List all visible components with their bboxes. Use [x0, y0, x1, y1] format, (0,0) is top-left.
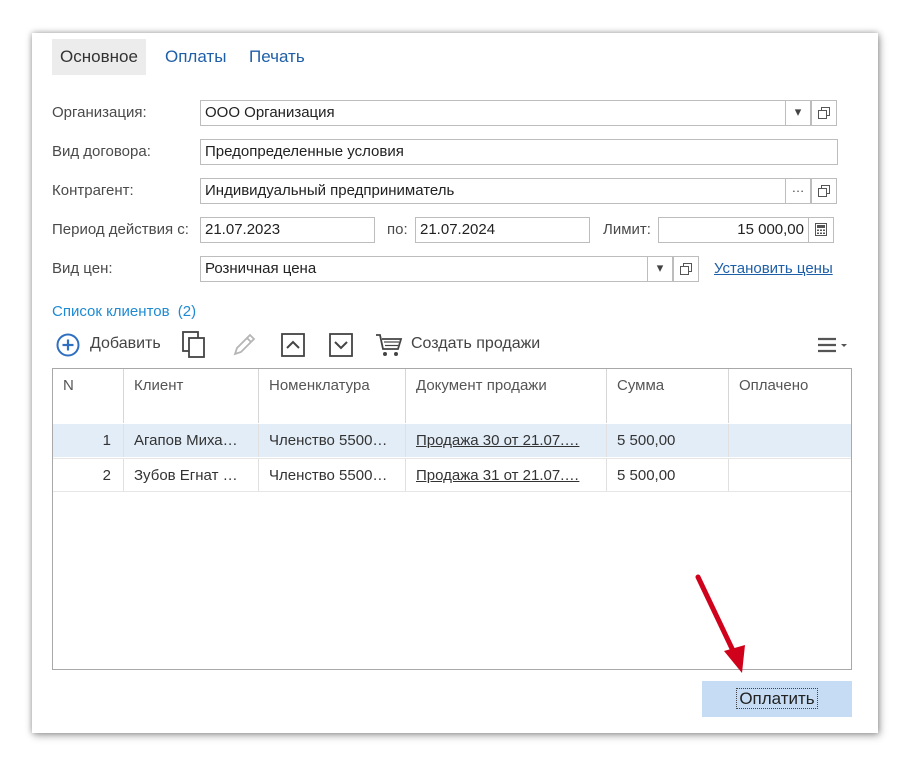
cell-sum: 5 500,00 [607, 459, 729, 492]
hamburger-menu-icon [818, 337, 847, 353]
copy-icon [182, 331, 205, 358]
counterparty-label: Контрагент: [52, 182, 134, 199]
contract-type-field[interactable]: Предопределенные условия [200, 139, 838, 165]
contract-type-label: Вид договора: [52, 143, 151, 160]
cell-client: Зубов Егнат … [124, 459, 259, 492]
clients-count: (2) [177, 303, 197, 320]
clients-section-title: Список клиентов (2) [52, 303, 196, 320]
clients-title: Список клиентов [52, 303, 170, 320]
open-window-icon [680, 263, 692, 275]
price-type-label: Вид цен: [52, 260, 113, 277]
move-up-button[interactable] [281, 333, 305, 357]
create-sales-label: Создать продажи [411, 335, 541, 352]
plus-circle-icon [56, 333, 80, 357]
limit-label: Лимит: [603, 221, 651, 238]
cell-client: Агапов Миха… [124, 424, 259, 457]
pay-button-label: Оплатить [736, 688, 818, 709]
add-label: Добавить [90, 335, 161, 352]
cell-paid [729, 424, 851, 457]
cell-paid [729, 459, 851, 492]
tab-main[interactable]: Основное [52, 39, 146, 75]
cell-item: Членство 5500… [259, 424, 406, 457]
chevron-down-box-icon [329, 333, 353, 357]
period-to-field[interactable]: 21.07.2024 [415, 217, 590, 243]
ellipsis-icon: … [791, 180, 805, 195]
row-divider [53, 491, 851, 492]
price-type-field[interactable]: Розничная цена [200, 256, 648, 282]
open-window-icon [818, 107, 830, 119]
pay-button[interactable]: Оплатить [702, 681, 852, 717]
period-to-label: по: [387, 221, 408, 238]
cell-sum: 5 500,00 [607, 424, 729, 457]
cell-n: 2 [53, 459, 124, 492]
price-type-open-button[interactable] [673, 256, 699, 282]
organization-open-button[interactable] [811, 100, 837, 126]
limit-field[interactable]: 15 000,00 [658, 217, 809, 243]
column-header-sale-document[interactable]: Документ продажи [406, 369, 607, 423]
calculator-icon [815, 223, 827, 236]
column-header-client[interactable]: Клиент [124, 369, 259, 423]
column-header-sum[interactable]: Сумма [607, 369, 729, 423]
cell-item: Членство 5500… [259, 459, 406, 492]
cell-sale-document-link[interactable]: Продажа 31 от 21.07.… [406, 459, 607, 492]
counterparty-field[interactable]: Индивидуальный предприниматель [200, 178, 786, 204]
edit-button[interactable] [231, 331, 257, 359]
organization-field[interactable]: ООО Организация [200, 100, 786, 126]
column-header-item[interactable]: Номенклатура [259, 369, 406, 423]
more-menu-button[interactable] [817, 336, 851, 356]
table-row[interactable]: 2 Зубов Егнат … Членство 5500… Продажа 3… [53, 458, 851, 492]
table-row[interactable]: 1 Агапов Миха… Членство 5500… Продажа 30… [53, 424, 851, 457]
calculator-button[interactable] [808, 217, 834, 243]
column-header-n[interactable]: N [53, 369, 124, 423]
copy-button[interactable] [182, 331, 208, 359]
tab-payments[interactable]: Оплаты [165, 39, 226, 75]
period-from-label: Период действия с: [52, 221, 189, 238]
red-arrow-annotation [695, 574, 745, 673]
move-down-button[interactable] [329, 333, 353, 357]
chevron-down-icon: ▾ [794, 104, 802, 119]
price-type-dropdown-button[interactable]: ▾ [647, 256, 673, 282]
organization-label: Организация: [52, 104, 147, 121]
pencil-icon [233, 333, 256, 356]
tab-print[interactable]: Печать [249, 39, 305, 75]
cell-n: 1 [53, 424, 124, 457]
counterparty-select-button[interactable]: … [785, 178, 811, 204]
period-from-field[interactable]: 21.07.2023 [200, 217, 375, 243]
organization-dropdown-button[interactable]: ▾ [785, 100, 811, 126]
open-window-icon [818, 185, 830, 197]
cell-sale-document-link[interactable]: Продажа 30 от 21.07.… [406, 424, 607, 457]
cart-icon [376, 334, 403, 356]
chevron-down-icon: ▾ [656, 260, 664, 275]
counterparty-open-button[interactable] [811, 178, 837, 204]
column-header-paid[interactable]: Оплачено [729, 369, 851, 423]
set-prices-link[interactable]: Установить цены [714, 256, 833, 282]
chevron-up-box-icon [281, 333, 305, 357]
